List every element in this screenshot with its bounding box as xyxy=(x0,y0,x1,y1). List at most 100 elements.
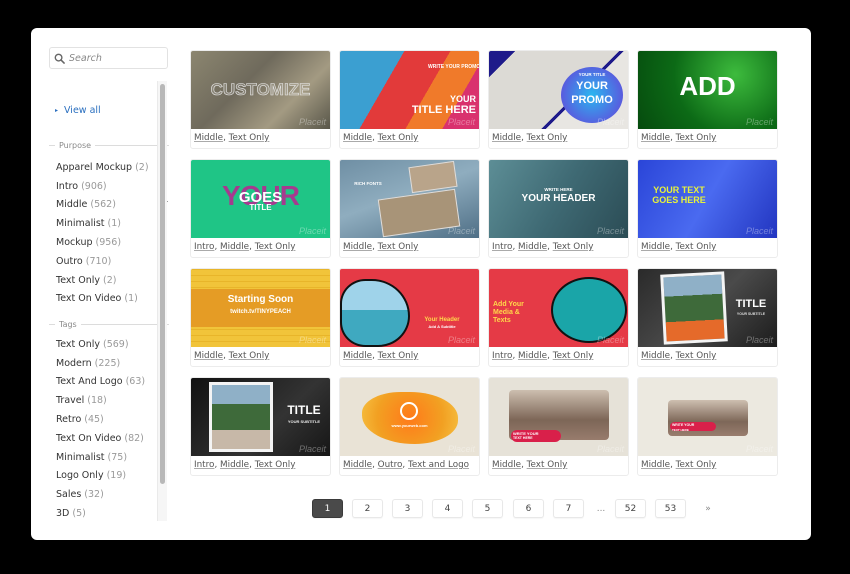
template-card[interactable]: WRITE YOUR TEXT HERE Placeit Middle, Text O… xyxy=(488,377,629,476)
tag-link[interactable]: Middle xyxy=(641,460,670,470)
filter-item[interactable]: Mockup (956) xyxy=(56,233,169,252)
template-thumbnail[interactable]: ADD Placeit xyxy=(638,51,777,129)
page-button[interactable]: 6 xyxy=(513,499,544,518)
template-card[interactable]: ADD Placeit Middle, Text Only xyxy=(637,50,778,149)
template-thumbnail[interactable]: Add Your Media & Texts Placeit xyxy=(489,269,628,347)
filter-item[interactable]: Text Only (569) xyxy=(56,335,169,354)
tag-link[interactable]: Text Only xyxy=(378,242,419,252)
tag-link[interactable]: Middle xyxy=(641,133,670,143)
page-button[interactable]: 2 xyxy=(352,499,383,518)
template-card[interactable]: Starting Soon twitch.tv/TINYPEACH Placeit M… xyxy=(190,268,331,367)
tag-link[interactable]: Middle xyxy=(343,133,372,143)
template-card[interactable]: Add Your Media & Texts Placeit Intro, Middle… xyxy=(488,268,629,367)
filter-item[interactable]: Apparel Mockup (2) xyxy=(56,158,169,177)
tag-link[interactable]: Intro xyxy=(194,460,214,470)
template-thumbnail[interactable]: YOUR GOES TITLE Placeit xyxy=(191,160,330,238)
template-card[interactable]: RICH FONTS Placeit Middle, Text Only xyxy=(339,159,480,258)
sidebar-scrollbar[interactable] xyxy=(157,81,167,521)
tag-link[interactable]: Middle xyxy=(518,351,547,361)
filter-item[interactable]: Retro (45) xyxy=(56,410,169,429)
tag-link[interactable]: Intro xyxy=(492,351,512,361)
template-thumbnail[interactable]: CUSTOMIZE Placeit xyxy=(191,51,330,129)
tag-link[interactable]: Middle xyxy=(194,133,223,143)
tag-link[interactable]: Middle xyxy=(343,351,372,361)
filter-item[interactable]: Logo Only (19) xyxy=(56,467,169,486)
tag-link[interactable]: Text Only xyxy=(553,242,594,252)
page-button[interactable]: 7 xyxy=(553,499,584,518)
tag-link[interactable]: Outro xyxy=(378,460,403,470)
filter-item[interactable]: Modern (225) xyxy=(56,354,169,373)
template-card[interactable]: TITLE YOUR SUBTITLE Placeit Middle, Text On… xyxy=(637,268,778,367)
filter-item[interactable]: Text On Video (82) xyxy=(56,429,169,448)
tag-link[interactable]: Middle xyxy=(641,242,670,252)
filter-item[interactable]: Minimalist (75) xyxy=(56,448,169,467)
search-box[interactable] xyxy=(49,47,168,69)
template-thumbnail[interactable]: TITLE YOUR SUBTITLE Placeit xyxy=(191,378,330,456)
template-card[interactable]: YOUR GOES TITLE Placeit Intro, Middle, Text … xyxy=(190,159,331,258)
tag-link[interactable]: Middle xyxy=(194,351,223,361)
template-card[interactable]: TITLE YOUR SUBTITLE Placeit Intro, Middle, … xyxy=(190,377,331,476)
tag-link[interactable]: Text Only xyxy=(676,460,717,470)
tag-link[interactable]: Text Only xyxy=(553,351,594,361)
next-page-button[interactable]: » xyxy=(698,499,718,518)
template-thumbnail[interactable]: RICH FONTS Placeit xyxy=(340,160,479,238)
filter-item[interactable]: Travel (18) xyxy=(56,391,169,410)
template-card[interactable]: WRITE HERE YOUR HEADER Placeit Intro, Middl… xyxy=(488,159,629,258)
page-button[interactable]: 53 xyxy=(655,499,686,518)
tag-link[interactable]: Middle xyxy=(220,460,249,470)
template-card[interactable]: YOUR TEXT GOES HERE Placeit Middle, Text On… xyxy=(637,159,778,258)
template-card[interactable]: CUSTOMIZE Placeit Middle, Text Only xyxy=(190,50,331,149)
tag-link[interactable]: Middle xyxy=(492,133,521,143)
filter-item[interactable]: Outro (710) xyxy=(56,252,169,271)
tag-link[interactable]: Text Only xyxy=(378,351,419,361)
view-all-link[interactable]: ▸ View all xyxy=(55,105,101,116)
template-thumbnail[interactable]: Your Header Add A Subtitle Placeit xyxy=(340,269,479,347)
template-card[interactable]: WRITE YOUR TEXT HERE Placeit Middle, Text O… xyxy=(637,377,778,476)
tag-link[interactable]: Intro xyxy=(492,242,512,252)
template-thumbnail[interactable]: WRITE YOUR PROMO YOUR TITLE HERE Placeit xyxy=(340,51,479,129)
tag-link[interactable]: Middle xyxy=(492,460,521,470)
filter-item[interactable]: Text On Video (1) xyxy=(56,290,169,309)
filter-item[interactable]: 3D (5) xyxy=(56,504,169,522)
template-thumbnail[interactable]: YOUR TITLE YOUR PROMO Placeit xyxy=(489,51,628,129)
page-button[interactable]: 52 xyxy=(615,499,646,518)
filter-item[interactable]: Minimalist (1) xyxy=(56,214,169,233)
tag-link[interactable]: Middle xyxy=(641,351,670,361)
template-card[interactable]: YOUR TITLE YOUR PROMO Placeit Middle, Text O… xyxy=(488,50,629,149)
tag-link[interactable]: Text Only xyxy=(229,351,270,361)
filter-item[interactable]: Text Only (2) xyxy=(56,271,169,290)
tag-link[interactable]: Middle xyxy=(343,460,372,470)
filter-item[interactable]: Sales (32) xyxy=(56,485,169,504)
filter-item[interactable]: Text And Logo (63) xyxy=(56,373,169,392)
page-button[interactable]: 5 xyxy=(472,499,503,518)
template-thumbnail[interactable]: www.yourweb.com Placeit xyxy=(340,378,479,456)
template-thumbnail[interactable]: WRITE YOUR TEXT HERE Placeit xyxy=(489,378,628,456)
page-button[interactable]: 1 xyxy=(312,499,343,518)
template-card[interactable]: WRITE YOUR PROMO YOUR TITLE HERE Placeit Mid… xyxy=(339,50,480,149)
tag-link[interactable]: Text Only xyxy=(378,133,419,143)
tag-link[interactable]: Text Only xyxy=(676,351,717,361)
template-thumbnail[interactable]: WRITE HERE YOUR HEADER Placeit xyxy=(489,160,628,238)
tag-link[interactable]: Middle xyxy=(343,242,372,252)
filter-item[interactable]: Intro (906) xyxy=(56,177,169,196)
tag-link[interactable]: Text and Logo xyxy=(408,460,469,470)
search-input[interactable] xyxy=(69,52,164,64)
tag-link[interactable]: Text Only xyxy=(255,460,296,470)
tag-link[interactable]: Middle xyxy=(220,242,249,252)
tag-link[interactable]: Middle xyxy=(518,242,547,252)
tag-link[interactable]: Text Only xyxy=(676,133,717,143)
template-thumbnail[interactable]: WRITE YOUR TEXT HERE Placeit xyxy=(638,378,777,456)
template-card[interactable]: Your Header Add A Subtitle Placeit Middle, … xyxy=(339,268,480,367)
filter-item[interactable]: Middle(562)✔ xyxy=(56,196,169,215)
scrollbar-thumb[interactable] xyxy=(160,84,165,484)
template-thumbnail[interactable]: TITLE YOUR SUBTITLE Placeit xyxy=(638,269,777,347)
tag-link[interactable]: Text Only xyxy=(527,133,568,143)
tag-link[interactable]: Text Only xyxy=(676,242,717,252)
tag-link[interactable]: Intro xyxy=(194,242,214,252)
tag-link[interactable]: Text Only xyxy=(255,242,296,252)
template-thumbnail[interactable]: YOUR TEXT GOES HERE Placeit xyxy=(638,160,777,238)
template-card[interactable]: www.yourweb.com Placeit Middle, Outro, Tex… xyxy=(339,377,480,476)
page-button[interactable]: 4 xyxy=(432,499,463,518)
template-thumbnail[interactable]: Starting Soon twitch.tv/TINYPEACH Placeit xyxy=(191,269,330,347)
tag-link[interactable]: Text Only xyxy=(229,133,270,143)
